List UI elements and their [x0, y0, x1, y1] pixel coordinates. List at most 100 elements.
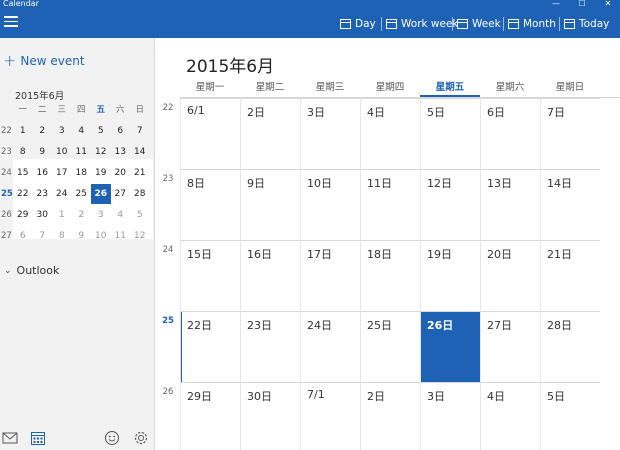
- day-cell[interactable]: 13日: [480, 169, 540, 240]
- new-event-button[interactable]: + New event: [3, 53, 85, 69]
- mini-day-next-month[interactable]: 10: [91, 226, 111, 246]
- day-view-button[interactable]: Day: [340, 15, 376, 33]
- day-cell[interactable]: 29日: [180, 382, 240, 450]
- mini-day-next-month[interactable]: 12: [130, 226, 150, 246]
- mini-day-next-month[interactable]: 4: [111, 205, 131, 225]
- mini-day-next-month[interactable]: 2: [72, 205, 92, 225]
- day-cell[interactable]: 4日: [480, 382, 540, 450]
- day-cell[interactable]: 9日: [240, 169, 300, 240]
- today-button[interactable]: Today: [564, 15, 609, 33]
- day-cell[interactable]: 8日: [180, 169, 240, 240]
- calendar-workweek-icon: [386, 19, 397, 29]
- day-cell[interactable]: 17日: [300, 240, 360, 311]
- mini-day-next-month[interactable]: 7: [33, 226, 53, 246]
- mini-day[interactable]: 15: [13, 163, 33, 183]
- mini-day[interactable]: 27: [111, 184, 131, 204]
- week-view-button[interactable]: Week: [457, 15, 501, 33]
- mini-day[interactable]: 20: [111, 163, 131, 183]
- mini-day-next-month[interactable]: 11: [111, 226, 131, 246]
- month-title[interactable]: 2015年6月: [186, 52, 274, 77]
- day-cell[interactable]: 23日: [240, 311, 300, 382]
- day-cell[interactable]: 24日: [300, 311, 360, 382]
- day-cell[interactable]: 15日: [180, 240, 240, 311]
- mini-day-next-month[interactable]: 8: [52, 226, 72, 246]
- mini-day[interactable]: 9: [33, 142, 53, 162]
- day-cell[interactable]: 11日: [360, 169, 420, 240]
- day-cell[interactable]: 7日: [540, 98, 600, 169]
- day-number: 21日: [547, 248, 572, 261]
- mini-day[interactable]: 6: [111, 121, 131, 141]
- day-cell[interactable]: 4日: [360, 98, 420, 169]
- gear-icon[interactable]: [133, 430, 149, 446]
- day-cell[interactable]: 12日: [420, 169, 480, 240]
- day-cell[interactable]: 18日: [360, 240, 420, 311]
- mini-day[interactable]: 17: [52, 163, 72, 183]
- day-cell[interactable]: 3日: [420, 382, 480, 450]
- mini-day[interactable]: 12: [91, 142, 111, 162]
- mini-day[interactable]: 5: [91, 121, 111, 141]
- month-view-button[interactable]: Month: [508, 15, 556, 33]
- day-cell[interactable]: 22日: [180, 311, 240, 382]
- hamburger-menu-icon[interactable]: [4, 16, 18, 30]
- day-cell[interactable]: 27日: [480, 311, 540, 382]
- mini-day-next-month[interactable]: 5: [130, 205, 150, 225]
- mini-day[interactable]: 23: [33, 184, 53, 204]
- day-number: 2日: [247, 106, 265, 119]
- mini-day[interactable]: 3: [52, 121, 72, 141]
- day-cell[interactable]: 3日: [300, 98, 360, 169]
- mini-day[interactable]: 18: [72, 163, 92, 183]
- minimize-button[interactable]: —: [548, 0, 564, 10]
- mini-day-today[interactable]: 26: [91, 184, 111, 204]
- mini-day[interactable]: 8: [13, 142, 33, 162]
- day-cell[interactable]: 19日: [420, 240, 480, 311]
- calendar-icon[interactable]: [30, 430, 46, 446]
- mini-day[interactable]: 16: [33, 163, 53, 183]
- day-cell[interactable]: 20日: [480, 240, 540, 311]
- mini-weekday: 二: [37, 105, 47, 115]
- outlook-account-toggle[interactable]: ⌄ Outlook: [4, 264, 59, 277]
- day-cell[interactable]: 2日: [360, 382, 420, 450]
- mini-day[interactable]: 14: [130, 142, 150, 162]
- mini-day[interactable]: 13: [111, 142, 131, 162]
- day-cell[interactable]: 21日: [540, 240, 600, 311]
- mini-day[interactable]: 30: [33, 205, 53, 225]
- day-cell-today[interactable]: 26日: [420, 311, 480, 382]
- day-cell[interactable]: 16日: [240, 240, 300, 311]
- close-button[interactable]: ✕: [600, 0, 616, 10]
- mini-day[interactable]: 10: [52, 142, 72, 162]
- mail-icon[interactable]: [2, 430, 18, 446]
- mini-day[interactable]: 7: [130, 121, 150, 141]
- mini-day[interactable]: 1: [13, 121, 33, 141]
- day-number: 16日: [247, 248, 272, 261]
- mini-day[interactable]: 2: [33, 121, 53, 141]
- day-cell[interactable]: 28日: [540, 311, 600, 382]
- work-week-view-button[interactable]: Work week: [386, 15, 459, 33]
- maximize-button[interactable]: ☐: [574, 0, 590, 10]
- mini-day[interactable]: 11: [72, 142, 92, 162]
- mini-day[interactable]: 28: [130, 184, 150, 204]
- day-number: 19日: [427, 248, 452, 261]
- day-cell[interactable]: 6/1: [180, 98, 240, 169]
- mini-day-next-month[interactable]: 9: [72, 226, 92, 246]
- mini-day[interactable]: 24: [52, 184, 72, 204]
- toolbar-divider: [452, 17, 453, 31]
- smiley-feedback-icon[interactable]: [104, 430, 120, 446]
- mini-day[interactable]: 22: [13, 184, 33, 204]
- day-cell[interactable]: 5日: [540, 382, 600, 450]
- mini-day[interactable]: 21: [130, 163, 150, 183]
- mini-day[interactable]: 29: [13, 205, 33, 225]
- day-cell[interactable]: 5日: [420, 98, 480, 169]
- mini-day-next-month[interactable]: 6: [13, 226, 33, 246]
- mini-day-next-month[interactable]: 1: [52, 205, 72, 225]
- day-cell[interactable]: 30日: [240, 382, 300, 450]
- mini-day-next-month[interactable]: 3: [91, 205, 111, 225]
- mini-day[interactable]: 19: [91, 163, 111, 183]
- day-cell[interactable]: 14日: [540, 169, 600, 240]
- day-cell[interactable]: 25日: [360, 311, 420, 382]
- day-cell[interactable]: 7/1: [300, 382, 360, 450]
- mini-day[interactable]: 4: [72, 121, 92, 141]
- day-cell[interactable]: 10日: [300, 169, 360, 240]
- day-cell[interactable]: 2日: [240, 98, 300, 169]
- mini-day[interactable]: 25: [72, 184, 92, 204]
- day-cell[interactable]: 6日: [480, 98, 540, 169]
